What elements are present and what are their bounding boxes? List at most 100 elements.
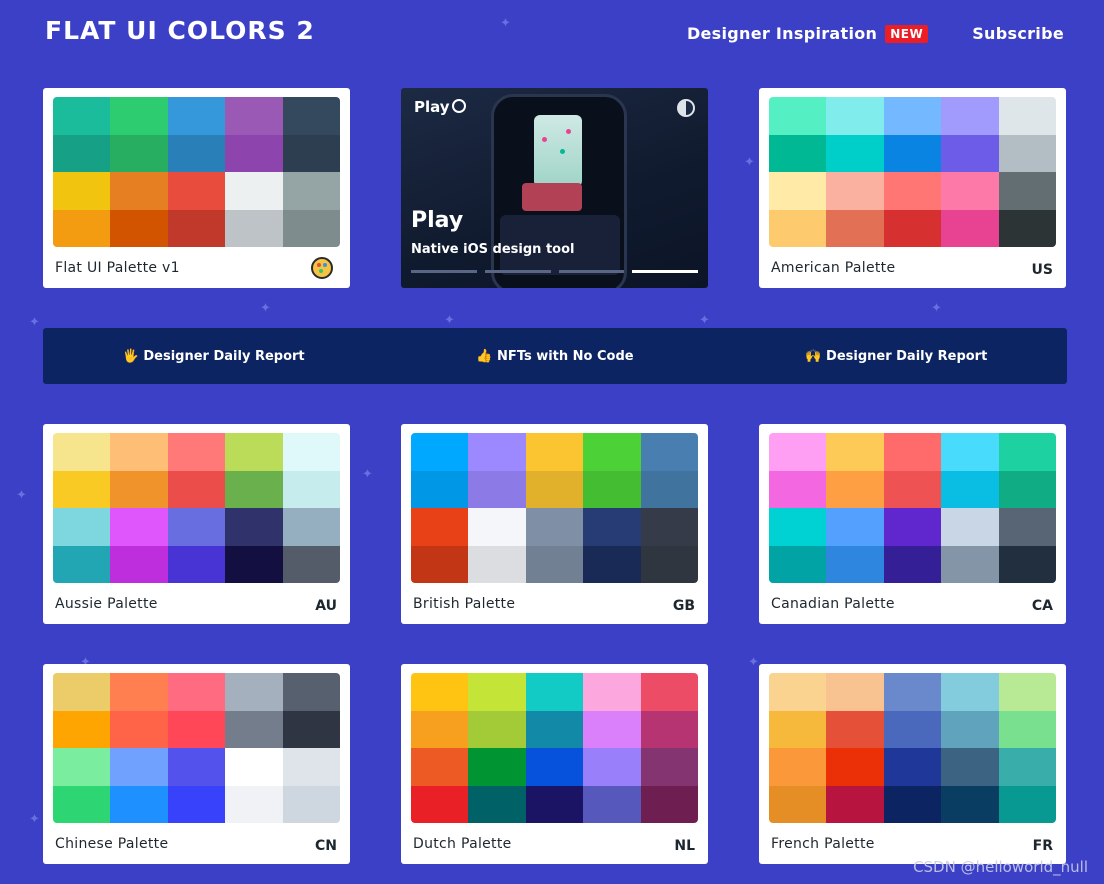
color-swatch[interactable] <box>583 673 641 711</box>
color-swatch[interactable] <box>941 748 999 786</box>
color-swatch[interactable] <box>941 545 999 583</box>
color-swatch[interactable] <box>998 172 1056 210</box>
palette-card[interactable]: Flat UI Palette v1 <box>43 88 350 288</box>
color-swatch[interactable] <box>411 785 469 823</box>
color-swatch[interactable] <box>468 508 526 546</box>
color-swatch[interactable] <box>769 433 827 471</box>
color-swatch[interactable] <box>998 710 1056 748</box>
color-swatch[interactable] <box>998 433 1056 471</box>
color-swatch[interactable] <box>769 172 827 210</box>
color-swatch[interactable] <box>110 433 168 471</box>
color-swatch[interactable] <box>941 433 999 471</box>
color-swatch[interactable] <box>998 508 1056 546</box>
color-swatch[interactable] <box>826 433 884 471</box>
color-swatch[interactable] <box>282 748 340 786</box>
color-swatch[interactable] <box>411 433 469 471</box>
color-swatch[interactable] <box>769 209 827 247</box>
color-swatch[interactable] <box>468 673 526 711</box>
progress-bar[interactable] <box>558 270 625 273</box>
color-swatch[interactable] <box>583 470 641 508</box>
banner-link[interactable]: 🙌 Designer Daily Report <box>726 349 1067 364</box>
color-swatch[interactable] <box>941 508 999 546</box>
color-swatch[interactable] <box>167 710 226 748</box>
color-swatch[interactable] <box>468 433 526 471</box>
progress-bar[interactable] <box>632 270 698 273</box>
color-swatch[interactable] <box>282 134 340 172</box>
color-swatch[interactable] <box>53 785 111 823</box>
color-swatch[interactable] <box>110 134 168 172</box>
color-swatch[interactable] <box>53 209 111 247</box>
color-swatch[interactable] <box>941 172 999 210</box>
color-swatch[interactable] <box>468 710 526 748</box>
color-swatch[interactable] <box>826 673 884 711</box>
color-swatch[interactable] <box>769 748 827 786</box>
color-swatch[interactable] <box>225 673 283 711</box>
color-swatch[interactable] <box>826 172 884 210</box>
color-swatch[interactable] <box>583 785 641 823</box>
color-swatch[interactable] <box>883 508 942 546</box>
color-swatch[interactable] <box>282 209 340 247</box>
color-swatch[interactable] <box>769 710 827 748</box>
color-swatch[interactable] <box>167 673 226 711</box>
color-swatch[interactable] <box>411 508 469 546</box>
color-swatch[interactable] <box>525 545 584 583</box>
color-swatch[interactable] <box>53 172 111 210</box>
color-swatch[interactable] <box>53 545 111 583</box>
color-swatch[interactable] <box>583 748 641 786</box>
color-swatch[interactable] <box>826 508 884 546</box>
color-swatch[interactable] <box>640 785 698 823</box>
color-swatch[interactable] <box>826 545 884 583</box>
banner-link[interactable]: 🖐 Designer Daily Report <box>43 349 384 364</box>
color-swatch[interactable] <box>640 433 698 471</box>
color-swatch[interactable] <box>640 470 698 508</box>
color-swatch[interactable] <box>110 508 168 546</box>
color-swatch[interactable] <box>225 508 283 546</box>
palette-card[interactable]: Canadian Palette CA <box>759 424 1066 624</box>
color-swatch[interactable] <box>883 172 942 210</box>
color-swatch[interactable] <box>883 710 942 748</box>
color-swatch[interactable] <box>525 433 584 471</box>
color-swatch[interactable] <box>53 433 111 471</box>
color-swatch[interactable] <box>110 172 168 210</box>
color-swatch[interactable] <box>941 785 999 823</box>
color-swatch[interactable] <box>167 97 226 135</box>
color-swatch[interactable] <box>53 748 111 786</box>
color-swatch[interactable] <box>941 710 999 748</box>
color-swatch[interactable] <box>282 470 340 508</box>
color-swatch[interactable] <box>998 748 1056 786</box>
color-swatch[interactable] <box>525 508 584 546</box>
color-swatch[interactable] <box>826 748 884 786</box>
color-swatch[interactable] <box>468 785 526 823</box>
color-swatch[interactable] <box>110 97 168 135</box>
banner-link[interactable]: 👍 NFTs with No Code <box>384 349 725 364</box>
color-swatch[interactable] <box>225 134 283 172</box>
color-swatch[interactable] <box>883 97 942 135</box>
color-swatch[interactable] <box>167 545 226 583</box>
color-swatch[interactable] <box>525 470 584 508</box>
color-swatch[interactable] <box>411 673 469 711</box>
color-swatch[interactable] <box>525 710 584 748</box>
color-swatch[interactable] <box>468 748 526 786</box>
color-swatch[interactable] <box>53 470 111 508</box>
color-swatch[interactable] <box>468 470 526 508</box>
color-swatch[interactable] <box>883 785 942 823</box>
color-swatch[interactable] <box>110 470 168 508</box>
color-swatch[interactable] <box>640 710 698 748</box>
color-swatch[interactable] <box>640 673 698 711</box>
color-swatch[interactable] <box>941 673 999 711</box>
color-swatch[interactable] <box>282 97 340 135</box>
designer-inspiration-link[interactable]: Designer Inspiration <box>687 24 877 43</box>
color-swatch[interactable] <box>411 545 469 583</box>
color-swatch[interactable] <box>883 209 942 247</box>
color-swatch[interactable] <box>769 785 827 823</box>
color-swatch[interactable] <box>826 785 884 823</box>
color-swatch[interactable] <box>583 545 641 583</box>
palette-card[interactable]: French Palette FR <box>759 664 1066 864</box>
color-swatch[interactable] <box>110 545 168 583</box>
color-swatch[interactable] <box>998 673 1056 711</box>
color-swatch[interactable] <box>110 209 168 247</box>
color-swatch[interactable] <box>167 785 226 823</box>
color-swatch[interactable] <box>282 710 340 748</box>
color-swatch[interactable] <box>282 508 340 546</box>
color-swatch[interactable] <box>998 209 1056 247</box>
